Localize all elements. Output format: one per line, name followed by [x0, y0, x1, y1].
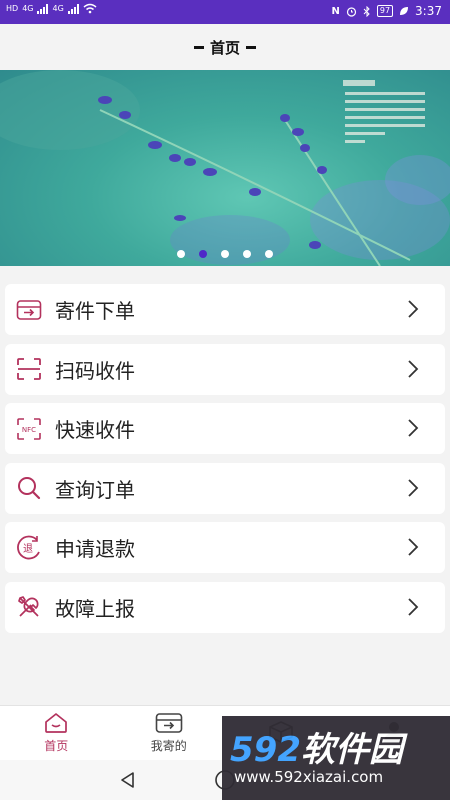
tab-home[interactable]: 首页 [0, 706, 113, 760]
home-icon [45, 713, 68, 733]
menu-item-fault-report[interactable]: 故障上报 [5, 581, 445, 633]
send-box-icon [15, 296, 43, 324]
menu-item-label: 故障上报 [55, 596, 135, 621]
carousel-dot-2[interactable] [199, 250, 207, 258]
clock: 3:37 [415, 4, 442, 18]
page-title-group: 首页 [193, 37, 256, 58]
carousel-dot-4[interactable] [243, 250, 251, 258]
chevron-right-icon [408, 419, 419, 437]
nfc-status-icon: N [331, 5, 340, 17]
carousel-dot-1[interactable] [177, 250, 185, 258]
leaf-icon [400, 7, 409, 15]
function-menu: 寄件下单 扫码收件 NFC 快速收件 查询订单 退 申请退款 故障上报 [5, 284, 445, 641]
menu-item-label: 寄件下单 [55, 299, 135, 323]
page-title: 首页 [209, 38, 240, 57]
network-4g-label-2: 4G [52, 4, 64, 13]
chevron-right-icon [408, 300, 419, 318]
menu-item-apply-refund[interactable]: 退 申请退款 [5, 522, 445, 573]
refund-icon: 退 [15, 534, 43, 562]
chevron-right-icon [408, 538, 419, 556]
tab-my-sent-label: 我寄的 [150, 739, 187, 753]
watermark-logo: 592软件园 [230, 722, 403, 771]
scan-icon [15, 355, 43, 383]
title-dash-right [246, 45, 256, 49]
menu-item-scan-receive[interactable]: 扫码收件 [5, 343, 445, 395]
alarm-icon [346, 6, 356, 17]
carousel-dot-3[interactable] [221, 250, 229, 258]
svg-text:NFC: NFC [22, 426, 36, 434]
tab-home-label: 首页 [44, 739, 69, 753]
menu-item-label: 申请退款 [55, 537, 135, 561]
title-bar: 首页 [0, 24, 450, 70]
wifi-icon [83, 3, 97, 14]
battery-icon: 97 [376, 5, 394, 17]
svg-text:退: 退 [23, 543, 33, 555]
menu-item-label: 快速收件 [55, 418, 135, 442]
tab-my-sent[interactable]: 我寄的 [113, 706, 226, 760]
menu-item-query-order[interactable]: 查询订单 [5, 462, 445, 514]
chevron-right-icon [408, 597, 419, 616]
signal-icon-2 [67, 3, 79, 14]
carousel-dot-5[interactable] [265, 250, 273, 258]
search-icon [15, 474, 43, 502]
tools-icon [15, 593, 43, 621]
menu-item-label: 查询订单 [55, 477, 135, 502]
banner-carousel[interactable] [0, 70, 450, 266]
banner-image [0, 70, 450, 266]
watermark-url: www.592xiazai.com [234, 768, 384, 786]
title-dash-left [193, 45, 204, 49]
watermark-brand-text: 软件园 [300, 730, 403, 770]
chevron-right-icon [408, 359, 419, 378]
nfc-icon: NFC [15, 415, 43, 443]
sent-box-icon [155, 713, 183, 733]
bluetooth-icon [363, 5, 370, 17]
signal-icon [37, 3, 49, 14]
chevron-right-icon [408, 478, 419, 497]
menu-item-label: 扫码收件 [55, 358, 135, 383]
back-icon[interactable] [118, 770, 138, 790]
status-bar: HD 4G 4G N 97 3:37 [0, 0, 450, 24]
network-4g-label: 4G [22, 4, 34, 13]
watermark: 592软件园 www.592xiazai.com [222, 716, 450, 800]
menu-item-send-order[interactable]: 寄件下单 [5, 284, 445, 335]
carousel-indicator [0, 250, 450, 258]
network-hd-label: HD [6, 3, 19, 13]
menu-item-quick-receive[interactable]: NFC 快速收件 [5, 403, 445, 454]
watermark-brand-num: 592 [230, 730, 301, 770]
